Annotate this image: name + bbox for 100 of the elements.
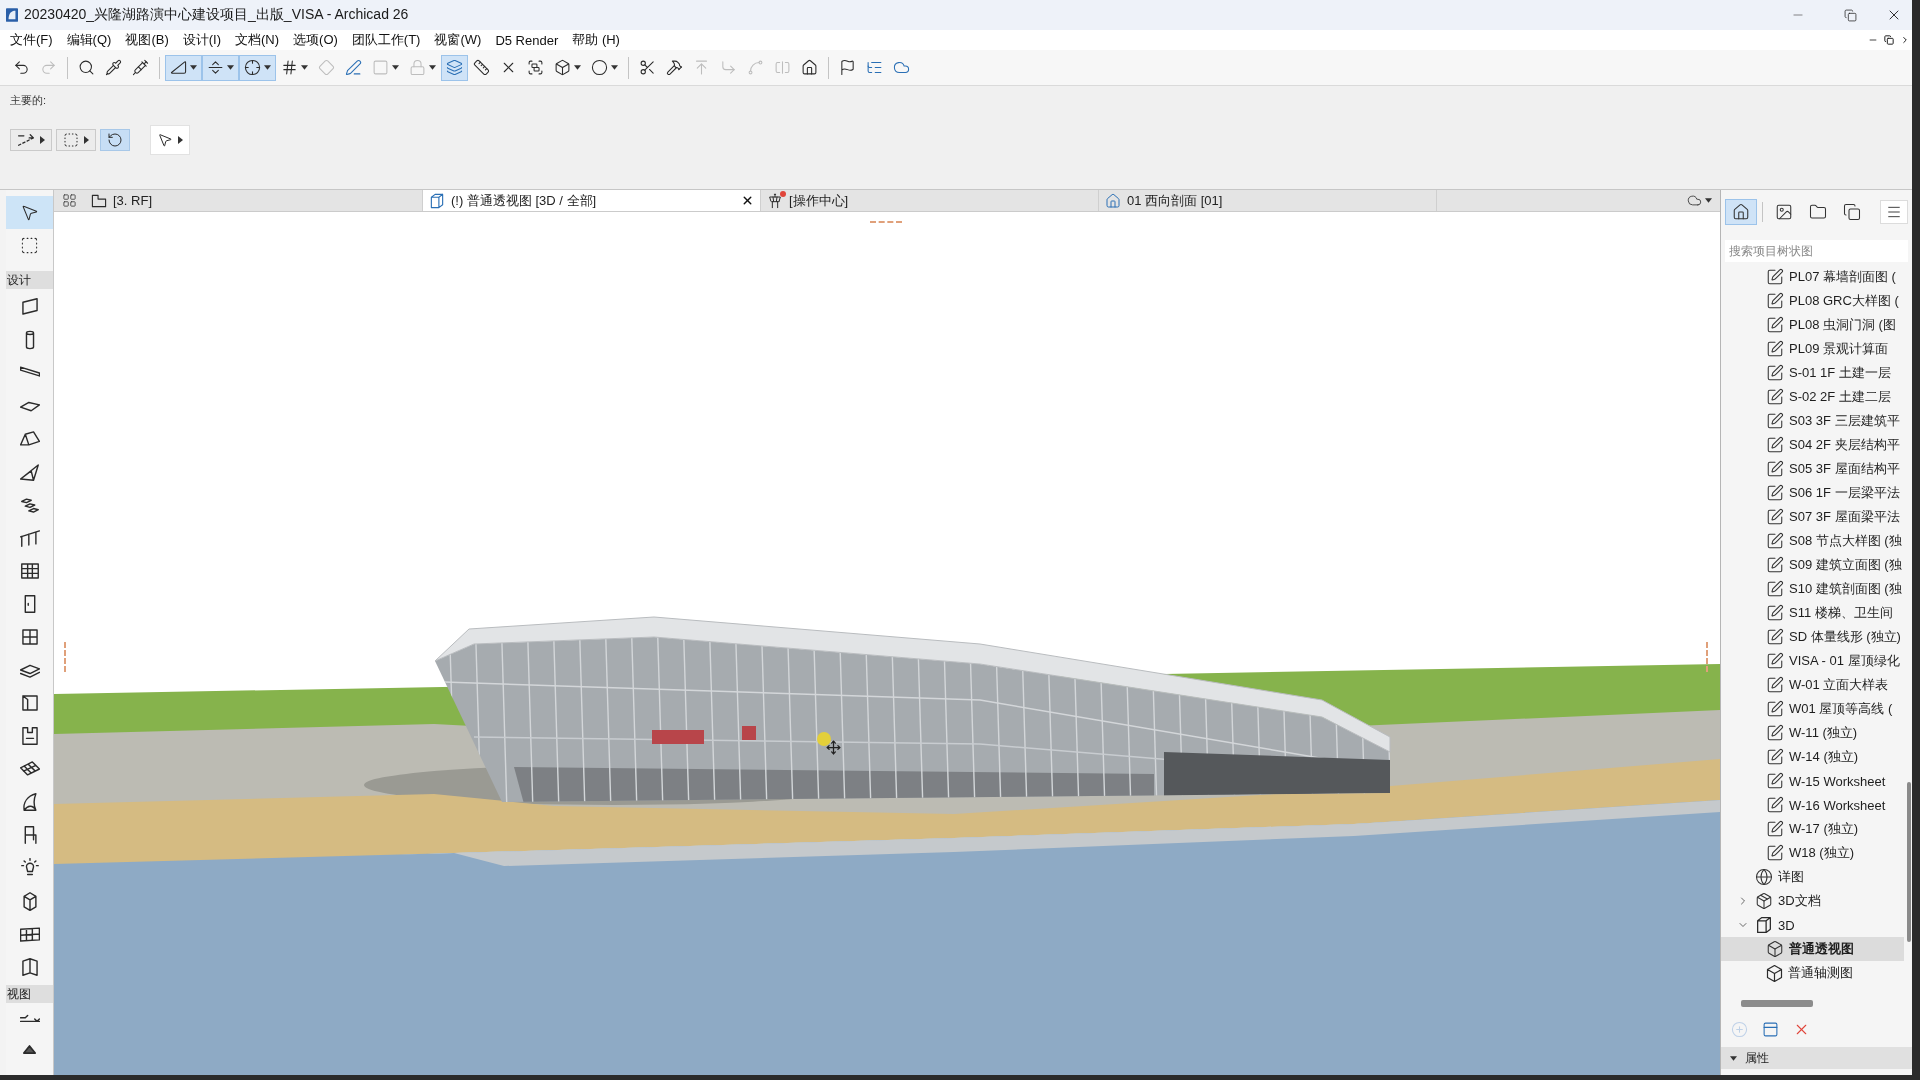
tree-item[interactable]: 3D [1721,913,1904,937]
folder-icon [1809,203,1827,221]
snap-point-icon [817,732,831,746]
stacked-pages-icon [1843,203,1861,221]
tree-item[interactable]: SD 体量线形 (独立) [1721,625,1904,649]
menu-item[interactable]: 视窗(W) [427,31,489,49]
tree-item[interactable]: W01 屋顶等高线 ( [1721,697,1904,721]
open-book-icon [19,956,40,977]
menu-item[interactable]: 帮助 (H) [565,31,627,49]
tree-item[interactable]: PL09 景观计算面 [1721,337,1904,361]
caret-icon [301,65,308,70]
square-pen-icon [1766,316,1784,334]
arrow-pointer-icon [20,203,39,222]
square-pen-icon [1766,508,1784,526]
edge-handle-icon[interactable] [64,642,66,672]
properties-icon [1762,1020,1779,1038]
tree-item[interactable]: PL08 GRC大样图 ( [1721,289,1904,313]
square-pen-icon [1766,460,1784,478]
tree-item[interactable]: S06 1F 一层梁平法 [1721,481,1904,505]
info-box-label: 主要的: [10,93,47,107]
vertical-scrollbar[interactable] [1907,782,1911,942]
tree-item[interactable]: S-01 1F 土建一层 [1721,361,1904,385]
toolbox-section-header: 视图 [6,985,53,1003]
toolbar-button[interactable] [202,54,239,81]
edge-handle-icon[interactable] [1706,642,1708,672]
navigator-action-button[interactable] [1762,1020,1779,1038]
tree-item[interactable]: W-01 立面大样表 [1721,673,1904,697]
menu-button[interactable] [1880,200,1908,224]
square-pen-icon [1766,436,1784,454]
toolbar-button[interactable] [239,54,276,81]
floor-plan-icon [91,192,107,209]
menu-item[interactable]: 文件(F) [3,31,60,49]
info-box-button[interactable] [10,129,52,151]
roof-icon [19,428,40,449]
tree-item[interactable]: S-02 2F 土建二层 [1721,385,1904,409]
tree-item[interactable]: 详图 [1721,865,1904,889]
tree-item[interactable]: S09 建筑立面图 (独 [1721,553,1904,577]
properties-header[interactable]: 属性 [1721,1047,1912,1069]
tree-item[interactable]: W-15 Worksheet [1721,769,1904,793]
menu-item[interactable]: 文档(N) [228,31,287,49]
tree-item[interactable]: S10 建筑剖面图 (独 [1721,577,1904,601]
caret-icon [227,65,234,70]
menu-item[interactable]: D5 Render [488,32,566,48]
app-logo-icon [6,8,18,22]
square-pen-icon [1766,724,1784,742]
menu-item[interactable]: 设计(I) [175,31,228,49]
caret-icon [190,65,197,70]
tile-windows-icon [62,193,77,208]
restore-button[interactable] [1884,35,1894,45]
tree-item[interactable]: S05 3F 屋面结构平 [1721,457,1904,481]
tree-item[interactable]: S08 节点大样图 (独 [1721,529,1904,553]
next-button[interactable] [1900,35,1910,45]
info-box-button[interactable] [100,129,130,151]
tree-item[interactable]: PL07 幕墙剖面图 ( [1721,265,1904,289]
package-icon [1755,892,1773,910]
tree-item[interactable]: W-11 (独立) [1721,721,1904,745]
tree-item[interactable]: S03 3F 三层建筑平 [1721,409,1904,433]
info-box-button[interactable] [150,125,190,155]
square-pen-icon [1766,652,1784,670]
tree-item[interactable]: W-17 (独立) [1721,817,1904,841]
menu-item[interactable]: 视图(B) [118,31,176,49]
menu-item[interactable]: 团队工作(T) [344,31,428,49]
tree-item[interactable]: 普通轴测图 [1721,961,1904,985]
search-field[interactable]: 搜索项目树状图 [1725,240,1908,262]
arrow-pointer-icon [157,132,173,148]
tree-item[interactable]: S11 楼梯、卫生间 [1721,601,1904,625]
drag-handle-icon[interactable] [870,221,902,223]
view-tab[interactable]: [操作中心] [761,190,1099,211]
square-pen-icon [1766,412,1784,430]
add-icon [1731,1020,1748,1038]
tree-item[interactable]: VISA - 01 屋顶绿化 [1721,649,1904,673]
tree-item[interactable]: PL08 虫洞门洞 (图 [1721,313,1904,337]
tree-item[interactable]: S07 3F 屋面梁平法 [1721,505,1904,529]
tree-item[interactable]: 3D文档 [1721,889,1904,913]
square-pen-icon [1766,628,1784,646]
square-pen-icon [1766,676,1784,694]
tree-item[interactable]: S04 2F 夹层结构平 [1721,433,1904,457]
tree-item[interactable]: 普通透视图 [1721,937,1904,961]
square-pen-icon [1766,772,1784,790]
mesh-icon [19,758,40,779]
view-tab[interactable]: (!) 普通透视图 [3D / 全部] [423,190,761,211]
navigator-view-button[interactable] [1725,199,1757,225]
caret-right-icon [84,136,89,144]
view-tab[interactable]: 01 西向剖面 [01] [1099,190,1437,211]
toolbar-button[interactable] [165,54,202,81]
tree-item[interactable]: W-16 Worksheet [1721,793,1904,817]
wall-panel-icon [19,692,40,713]
window-icon [19,626,40,647]
shell-icon [19,461,40,482]
horizontal-scrollbar[interactable] [1741,999,1813,1007]
tower-icon [767,192,783,209]
marquee-icon [20,236,39,255]
info-box-button[interactable] [56,129,96,151]
tree-item[interactable]: W18 (独立) [1721,841,1904,865]
menu-item[interactable]: 选项(O) [286,31,345,49]
menu-item[interactable]: 编辑(Q) [59,31,119,49]
close-icon[interactable] [741,194,754,207]
square-pen-icon [1766,700,1784,718]
tree-item[interactable]: W-14 (独立) [1721,745,1904,769]
house-icon [1732,203,1750,221]
